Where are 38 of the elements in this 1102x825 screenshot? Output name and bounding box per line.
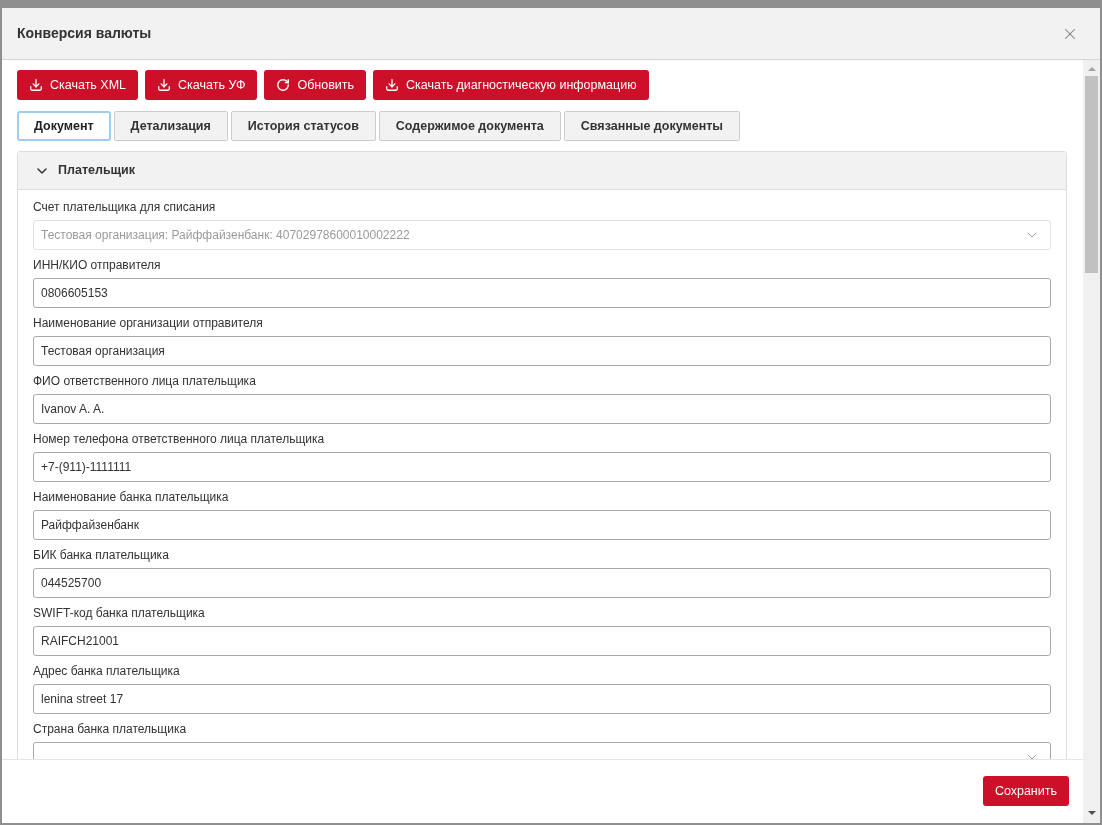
scroll-down-arrow-icon[interactable] bbox=[1087, 811, 1096, 815]
scrollbar-thumb[interactable] bbox=[1085, 76, 1098, 273]
download-icon bbox=[157, 78, 172, 92]
field-label: Наименование банка плательщика bbox=[33, 489, 230, 505]
field-label: Наименование организации отправителя bbox=[33, 315, 264, 331]
toolbar-button[interactable]: Скачать диагностическую информацию bbox=[373, 70, 649, 100]
field-label: Номер телефона ответственного лица плательщика bbox=[33, 431, 326, 447]
input-field[interactable]: lenina street 17 bbox=[33, 684, 1051, 714]
tab[interactable]: Содержимое документа bbox=[378, 111, 561, 141]
refresh-icon bbox=[276, 78, 291, 92]
field-label: ИНН/КИО отправителя bbox=[33, 257, 162, 273]
field-label: SWIFT-код банка плательщика bbox=[33, 605, 206, 621]
toolbar-button[interactable]: Обновить bbox=[264, 70, 367, 100]
scrollbar-track[interactable] bbox=[1083, 60, 1100, 823]
toolbar-button[interactable]: Скачать XML bbox=[17, 70, 139, 100]
download-icon bbox=[29, 78, 43, 92]
field-label: ФИО ответственного лица плательщика bbox=[33, 373, 257, 389]
tab[interactable]: История статусов bbox=[230, 111, 376, 141]
field-label: Адрес банка плательщика bbox=[33, 663, 181, 679]
save-button[interactable]: Сохранить bbox=[982, 776, 1069, 806]
input-field[interactable]: 044525700 bbox=[33, 568, 1051, 598]
input-field[interactable]: Райффайзенбанк bbox=[33, 510, 1051, 540]
scroll-up-arrow-icon[interactable] bbox=[1087, 67, 1096, 71]
input-field[interactable]: RAIFCH21001 bbox=[33, 626, 1051, 656]
input-field[interactable]: Ivanov A. A. bbox=[33, 394, 1051, 424]
tab[interactable]: Детализация bbox=[113, 111, 228, 141]
tab[interactable]: Связанные документы bbox=[563, 111, 740, 141]
input-field[interactable]: +7-(911)-1111111 bbox=[33, 452, 1051, 482]
tab[interactable]: Документ bbox=[17, 111, 111, 141]
section-header[interactable]: Плательщик bbox=[18, 152, 1066, 190]
input-field[interactable]: 0806605153 bbox=[33, 278, 1051, 308]
download-icon bbox=[385, 78, 400, 92]
field-label: БИК банка плательщика bbox=[33, 547, 170, 563]
toolbar-button[interactable]: Скачать УФ bbox=[145, 70, 258, 100]
input-field[interactable]: Тестовая организация bbox=[33, 336, 1051, 366]
dialog-title: Конверсия валюты bbox=[17, 24, 152, 43]
field-label: Страна банка плательщика bbox=[33, 721, 188, 737]
field-label: Счет плательщика для списания bbox=[33, 199, 217, 215]
